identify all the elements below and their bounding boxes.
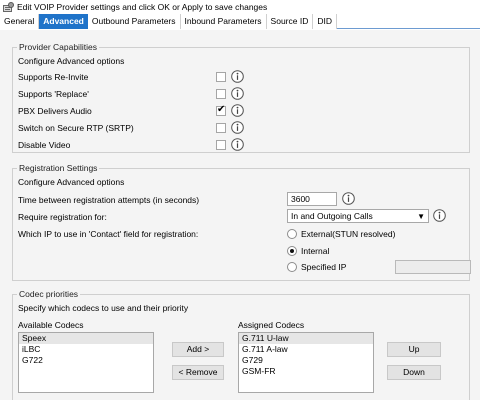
move-down-button[interactable]: Down	[387, 365, 441, 380]
specified-ip-input[interactable]	[395, 260, 471, 274]
remove-codec-button[interactable]: < Remove	[172, 365, 224, 380]
add-codec-button[interactable]: Add >	[172, 342, 224, 357]
checkmark-icon: ✔	[217, 104, 226, 115]
tab-inbound-parameters[interactable]: Inbound Parameters	[180, 14, 267, 29]
tab-outbound-parameters[interactable]: Outbound Parameters	[87, 14, 181, 29]
disable-video-checkbox[interactable]	[216, 140, 226, 150]
disable-video-label: Disable Video	[18, 140, 71, 150]
list-item[interactable]: G.711 U-law	[239, 333, 373, 344]
assigned-codecs-list[interactable]: G.711 U-law G.711 A-law G729 GSM-FR	[238, 332, 374, 393]
provider-capabilities-legend: Provider Capabilities	[17, 42, 99, 52]
list-item[interactable]: iLBC	[19, 344, 153, 355]
pbx-delivers-audio-checkbox[interactable]: ✔	[216, 104, 226, 116]
list-item[interactable]: GSM-FR	[239, 366, 373, 377]
registration-interval-label: Time between registration attempts (in s…	[18, 195, 200, 205]
info-icon[interactable]	[231, 70, 244, 83]
phone-settings-icon	[3, 1, 14, 12]
list-item[interactable]: G.711 A-law	[239, 344, 373, 355]
radio-internal[interactable]	[287, 246, 297, 256]
tab-source-id[interactable]: Source ID	[266, 14, 314, 29]
radio-specified-ip-label[interactable]: Specified IP	[301, 262, 346, 272]
radio-external-stun-label[interactable]: External(STUN resolved)	[301, 229, 395, 239]
radio-specified-ip[interactable]	[287, 262, 297, 272]
provider-capabilities-subtitle: Configure Advanced options	[18, 56, 125, 66]
registration-settings-group: Registration Settings Configure Advanced…	[12, 163, 471, 281]
codec-priorities-subtitle: Specify which codecs to use and their pr…	[18, 303, 189, 313]
info-icon[interactable]	[231, 138, 244, 151]
supports-reinvite-checkbox[interactable]	[216, 72, 226, 82]
tab-general[interactable]: General	[0, 14, 40, 29]
provider-capabilities-group: Provider Capabilities Configure Advanced…	[12, 42, 470, 153]
list-item[interactable]: G722	[19, 355, 153, 366]
srtp-label: Switch on Secure RTP (SRTP)	[18, 123, 134, 133]
available-codecs-list[interactable]: Speex iLBC G722	[18, 332, 154, 393]
window-title-bar: Edit VOIP Provider settings and click OK…	[0, 0, 480, 13]
tab-bar: General Advanced Outbound Parameters Inb…	[0, 14, 480, 29]
contact-ip-label: Which IP to use in 'Contact' field for r…	[18, 229, 199, 239]
pbx-delivers-audio-label: PBX Delivers Audio	[18, 106, 92, 116]
codec-priorities-legend: Codec priorities	[17, 289, 81, 299]
require-registration-label: Require registration for:	[18, 212, 107, 222]
registration-interval-input[interactable]: 3600	[287, 192, 337, 206]
list-item[interactable]: Speex	[19, 333, 153, 344]
registration-settings-subtitle: Configure Advanced options	[18, 177, 125, 187]
chevron-down-icon[interactable]: ▼	[417, 211, 425, 222]
require-registration-value: In and Outgoing Calls	[291, 211, 373, 221]
radio-internal-label[interactable]: Internal	[301, 246, 329, 256]
codec-priorities-group: Codec priorities Specify which codecs to…	[12, 289, 470, 400]
info-icon[interactable]	[342, 192, 355, 205]
window-title: Edit VOIP Provider settings and click OK…	[17, 1, 268, 12]
list-item[interactable]: G729	[239, 355, 373, 366]
info-icon[interactable]	[231, 121, 244, 134]
assigned-codecs-label: Assigned Codecs	[238, 320, 305, 330]
available-codecs-label: Available Codecs	[18, 320, 84, 330]
srtp-checkbox[interactable]	[216, 123, 226, 133]
advanced-tab-content: Provider Capabilities Configure Advanced…	[0, 30, 480, 400]
radio-external-stun[interactable]	[287, 229, 297, 239]
registration-settings-legend: Registration Settings	[17, 163, 100, 173]
supports-reinvite-label: Supports Re-Invite	[18, 72, 89, 82]
require-registration-select[interactable]: In and Outgoing Calls ▼	[287, 209, 429, 223]
info-icon[interactable]	[433, 209, 446, 222]
move-up-button[interactable]: Up	[387, 342, 441, 357]
info-icon[interactable]	[231, 104, 244, 117]
tab-did[interactable]: DID	[313, 14, 337, 29]
supports-replace-checkbox[interactable]	[216, 89, 226, 99]
supports-replace-label: Supports 'Replace'	[18, 89, 89, 99]
info-icon[interactable]	[231, 87, 244, 100]
tab-advanced[interactable]: Advanced	[39, 14, 88, 29]
